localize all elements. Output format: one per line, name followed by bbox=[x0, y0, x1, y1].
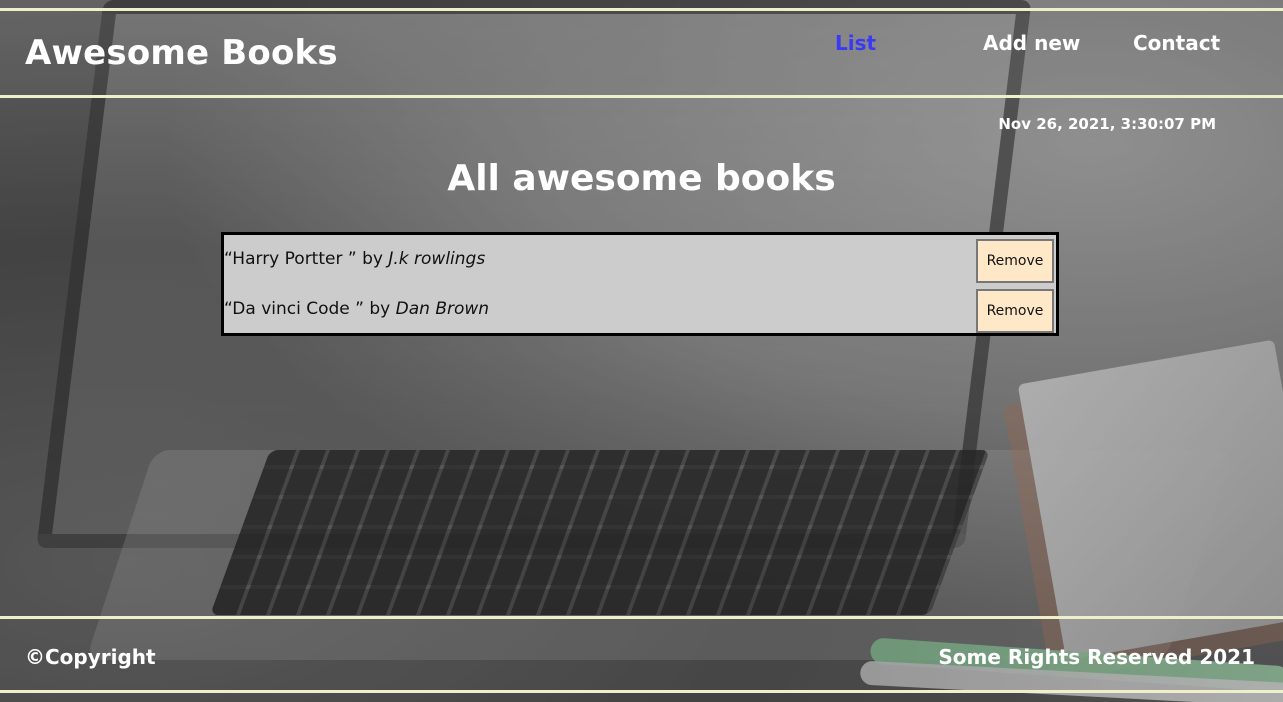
remove-book-button[interactable]: Remove bbox=[976, 289, 1054, 333]
nav-link-add-new[interactable]: Add new bbox=[983, 31, 1133, 55]
background-dim-overlay bbox=[0, 0, 1283, 702]
book-entry-text: “Harry Portter ” by J.k rowlings bbox=[224, 249, 485, 269]
book-entry-text: “Da vinci Code ” by Dan Brown bbox=[224, 299, 489, 319]
remove-book-button[interactable]: Remove bbox=[976, 239, 1054, 283]
background-photo bbox=[0, 0, 1283, 702]
book-list-item: “Da vinci Code ” by Dan Brown Remove bbox=[224, 287, 1056, 335]
book-title-close-quote: ” bbox=[347, 249, 363, 269]
book-by-label: by bbox=[369, 299, 391, 319]
nav-link-contact[interactable]: Contact bbox=[1133, 31, 1220, 55]
footer-rights: Some Rights Reserved 2021 bbox=[938, 645, 1255, 669]
site-header: Awesome Books List Add new Contact bbox=[0, 8, 1283, 98]
book-author: J.k rowlings bbox=[388, 249, 486, 269]
book-title: Harry Portter bbox=[232, 249, 348, 269]
book-list: “Harry Portter ” by J.k rowlings Remove … bbox=[221, 232, 1059, 336]
book-list-item: “Harry Portter ” by J.k rowlings Remove bbox=[224, 237, 1056, 285]
book-author: Dan Brown bbox=[395, 299, 490, 319]
site-footer: ©Copyright Some Rights Reserved 2021 bbox=[0, 616, 1283, 693]
current-datetime: Nov 26, 2021, 3:30:07 PM bbox=[998, 115, 1216, 133]
nav-link-list[interactable]: List bbox=[835, 31, 983, 55]
main-navigation: List Add new Contact bbox=[835, 31, 1220, 55]
book-title-close-quote: ” bbox=[355, 299, 370, 319]
book-title: Da vinci Code bbox=[232, 299, 356, 319]
book-by-label: by bbox=[362, 249, 383, 269]
page-title: All awesome books bbox=[447, 158, 836, 199]
footer-copyright: ©Copyright bbox=[25, 645, 156, 669]
site-brand-title: Awesome Books bbox=[25, 33, 338, 73]
